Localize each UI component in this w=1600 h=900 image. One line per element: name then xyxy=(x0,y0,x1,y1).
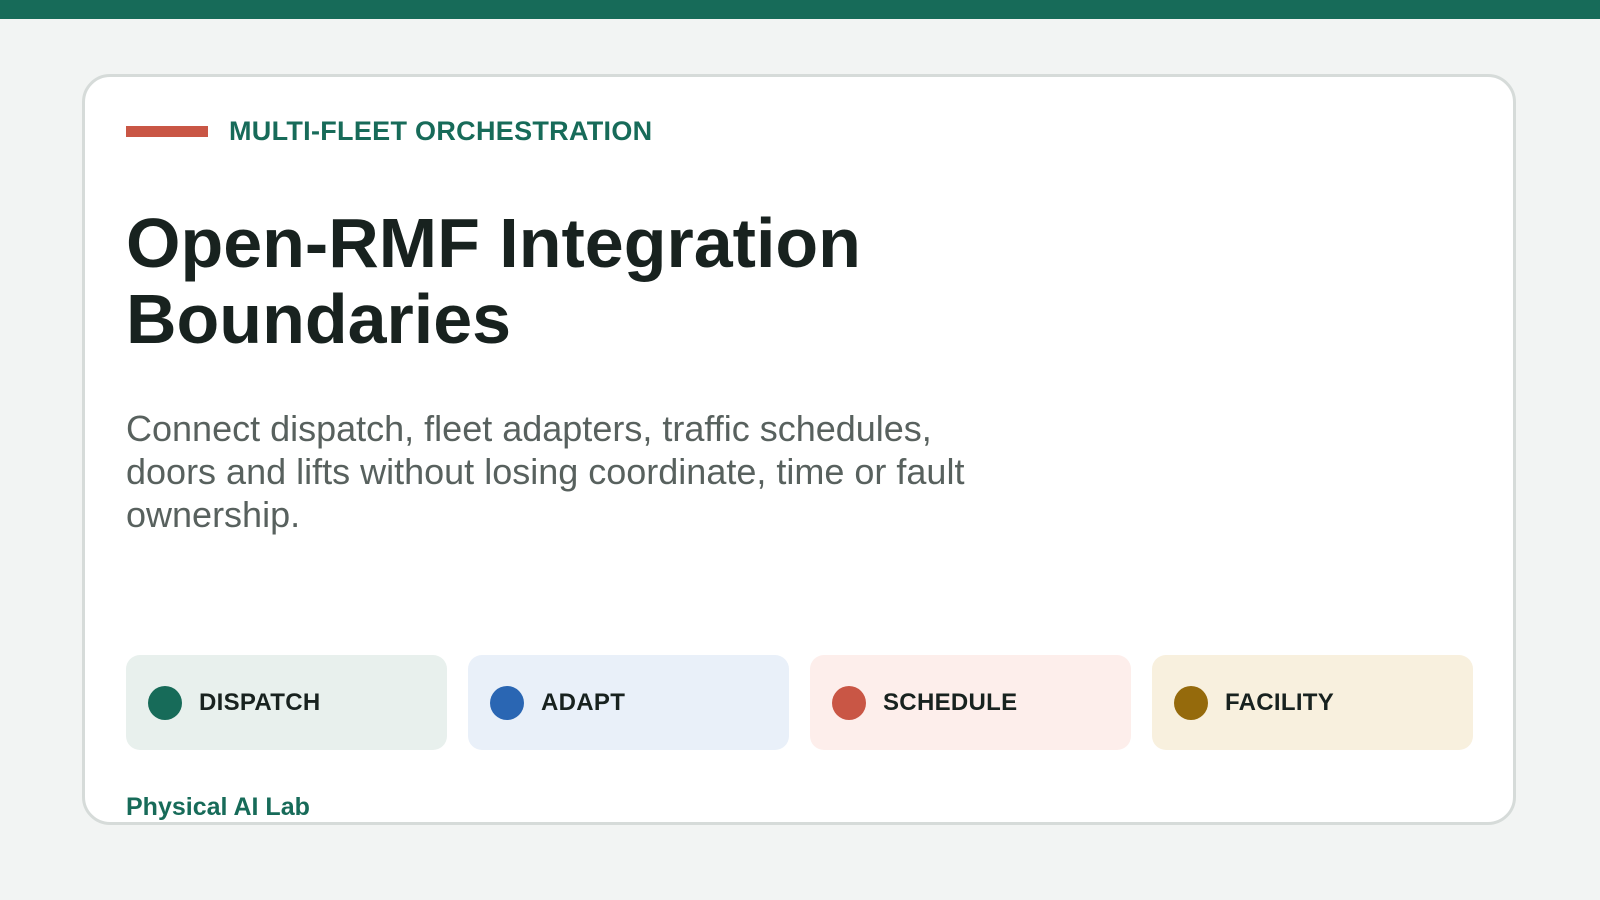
chip-adapt: ADAPT xyxy=(468,655,789,750)
page-title: Open-RMF Integration Boundaries xyxy=(126,205,1026,357)
slide-card: MULTI-FLEET ORCHESTRATION Open-RMF Integ… xyxy=(82,74,1516,825)
chip-label: FACILITY xyxy=(1225,688,1335,716)
eyebrow-accent-rule xyxy=(126,126,208,137)
chip-facility: FACILITY xyxy=(1152,655,1473,750)
chip-label: DISPATCH xyxy=(199,688,321,716)
subtitle: Connect dispatch, fleet adapters, traffi… xyxy=(126,408,965,535)
eyebrow: MULTI-FLEET ORCHESTRATION xyxy=(126,116,652,147)
top-accent-bar xyxy=(0,0,1600,19)
chip-dispatch: DISPATCH xyxy=(126,655,447,750)
adapt-dot-icon xyxy=(490,685,524,720)
chip-schedule: SCHEDULE xyxy=(810,655,1131,750)
facility-dot-icon xyxy=(1174,685,1208,720)
title-line-1: Open-RMF Integration xyxy=(126,204,861,282)
category-chips: DISPATCH ADAPT SCHEDULE FACILITY xyxy=(126,655,1473,750)
chip-label: SCHEDULE xyxy=(883,688,1018,716)
eyebrow-label: MULTI-FLEET ORCHESTRATION xyxy=(229,116,653,146)
chip-label: ADAPT xyxy=(541,688,626,716)
footer-brand: Physical AI Lab xyxy=(126,793,310,821)
dispatch-dot-icon xyxy=(148,685,182,720)
schedule-dot-icon xyxy=(832,685,866,720)
title-line-2: Boundaries xyxy=(126,280,512,358)
